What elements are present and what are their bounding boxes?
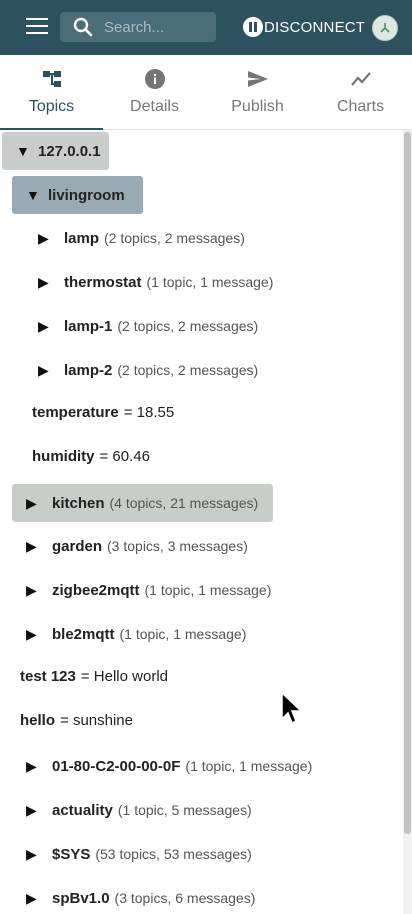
tree-node-127-0-0-1[interactable]: ▼ 127.0.0.1 — [2, 132, 109, 170]
collapsed-arrow-icon: ▶ — [38, 273, 49, 290]
tab-bar: Topics Details Publish Charts — [0, 55, 412, 130]
leaf-name: hello — [20, 711, 56, 729]
leaf-value: = 18.55 — [123, 403, 175, 421]
collapsed-arrow-icon: ▶ — [26, 757, 37, 774]
collapsed-arrow-icon: ▶ — [26, 494, 37, 511]
tree-node-ble2mqtt[interactable]: ▶ ble2mqtt (1 topic, 1 message) — [26, 622, 246, 646]
node-name: lamp — [64, 229, 100, 247]
node-meta: (4 topics, 21 messages) — [109, 495, 259, 511]
node-name: zigbee2mqtt — [52, 581, 140, 599]
tree-node-actuality[interactable]: ▶ actuality (1 topic, 5 messages) — [26, 798, 252, 822]
node-meta: (1 topic, 1 message) — [146, 274, 274, 290]
node-meta: (1 topic, 5 messages) — [117, 802, 252, 818]
node-name: actuality — [52, 801, 113, 819]
tree-node-spbv1-0[interactable]: ▶ spBv1.0 (3 topics, 6 messages) — [26, 886, 255, 910]
leaf-value: = 60.46 — [99, 447, 150, 465]
disconnect-button[interactable]: DISCONNECT — [243, 16, 365, 38]
collapsed-arrow-icon: ▶ — [26, 625, 37, 642]
tree-node-sys[interactable]: ▶ $SYS (53 topics, 53 messages) — [26, 842, 252, 866]
tab-label: Charts — [336, 98, 385, 115]
collapsed-arrow-icon: ▶ — [26, 845, 37, 862]
collapsed-arrow-icon: ▶ — [38, 317, 49, 334]
node-meta: (3 topics, 3 messages) — [107, 538, 248, 554]
collapsed-arrow-icon: ▶ — [26, 801, 37, 818]
node-meta: (2 topics, 2 messages) — [117, 362, 259, 378]
topics-tree-icon — [42, 69, 62, 89]
node-name: spBv1.0 — [52, 889, 110, 907]
send-icon — [247, 69, 269, 89]
node-name: garden — [52, 537, 103, 555]
expanded-arrow-icon: ▼ — [16, 143, 30, 159]
node-name: kitchen — [52, 494, 105, 512]
tree-node-lamp-2[interactable]: ▶ lamp-2 (2 topics, 2 messages) — [38, 358, 258, 382]
tree-node-garden[interactable]: ▶ garden (3 topics, 3 messages) — [26, 534, 248, 558]
tree-node-kitchen[interactable]: ▶ kitchen (4 topics, 21 messages) — [12, 484, 273, 522]
tree-node-lamp[interactable]: ▶ lamp (2 topics, 2 messages) — [38, 226, 245, 250]
mouse-pointer-icon — [280, 691, 304, 731]
tab-label: Details — [130, 98, 179, 115]
leaf-value: = Hello world — [80, 667, 168, 685]
tab-topics[interactable]: Topics — [0, 55, 103, 130]
collapsed-arrow-icon: ▶ — [26, 537, 37, 554]
tree-leaf-test-123[interactable]: test 123 = Hello world — [20, 664, 168, 688]
tree-node-lamp-1[interactable]: ▶ lamp-1 (2 topics, 2 messages) — [38, 314, 258, 338]
node-meta: (2 topics, 2 messages) — [104, 230, 245, 246]
connection-avatar-icon[interactable] — [372, 15, 398, 41]
collapsed-arrow-icon: ▶ — [38, 229, 49, 246]
node-name: 01-80-C2-00-00-0F — [52, 757, 181, 775]
search-icon — [68, 12, 98, 42]
leaf-name: temperature — [32, 403, 119, 421]
tree-node-01-80-c2-00-00-0f[interactable]: ▶ 01-80-C2-00-00-0F (1 topic, 1 message) — [26, 754, 312, 778]
node-name: lamp-2 — [64, 361, 113, 379]
node-meta: (1 topic, 1 message) — [119, 626, 247, 642]
node-name: ble2mqtt — [52, 625, 115, 643]
scrollbar-thumb[interactable] — [404, 132, 411, 834]
node-name: $SYS — [52, 845, 91, 863]
expanded-arrow-icon: ▼ — [26, 187, 40, 203]
search-box[interactable] — [60, 12, 216, 42]
tree-leaf-temperature[interactable]: temperature = 18.55 — [32, 400, 174, 424]
node-meta: (53 topics, 53 messages) — [95, 846, 252, 862]
search-input[interactable] — [98, 18, 214, 36]
collapsed-arrow-icon: ▶ — [26, 581, 37, 598]
leaf-name: test 123 — [20, 667, 76, 685]
tree-node-zigbee2mqtt[interactable]: ▶ zigbee2mqtt (1 topic, 1 message) — [26, 578, 271, 602]
node-meta: (1 topic, 1 message) — [144, 582, 272, 598]
node-meta: (2 topics, 2 messages) — [117, 318, 259, 334]
chart-line-icon — [350, 69, 371, 89]
app-bar: DISCONNECT — [0, 0, 412, 55]
vertical-scrollbar[interactable] — [403, 130, 412, 914]
tab-details[interactable]: Details — [103, 55, 206, 129]
collapsed-arrow-icon: ▶ — [26, 889, 37, 906]
tree-node-thermostat[interactable]: ▶ thermostat (1 topic, 1 message) — [38, 270, 273, 294]
info-icon — [144, 69, 165, 89]
node-meta: (3 topics, 6 messages) — [114, 890, 256, 906]
tree-node-livingroom[interactable]: ▼ livingroom — [12, 176, 143, 214]
leaf-value: = sunshine — [60, 711, 133, 729]
node-name: livingroom — [48, 186, 125, 204]
topic-tree: ▼ 127.0.0.1 ▼ livingroom ▶ lamp (2 topic… — [0, 130, 403, 914]
node-name: lamp-1 — [64, 317, 113, 335]
tab-label: Publish — [231, 98, 284, 115]
pause-icon — [243, 17, 263, 37]
node-name: thermostat — [64, 273, 142, 291]
menu-icon[interactable] — [26, 18, 48, 36]
tree-leaf-humidity[interactable]: humidity = 60.46 — [32, 444, 150, 468]
leaf-name: humidity — [32, 447, 95, 465]
tab-label: Topics — [28, 98, 75, 115]
node-name: 127.0.0.1 — [38, 142, 101, 160]
tab-publish[interactable]: Publish — [206, 55, 309, 129]
disconnect-label: DISCONNECT — [264, 18, 366, 36]
tree-leaf-hello[interactable]: hello = sunshine — [20, 708, 133, 732]
collapsed-arrow-icon: ▶ — [38, 361, 49, 378]
tab-charts[interactable]: Charts — [309, 55, 412, 129]
node-meta: (1 topic, 1 message) — [185, 758, 313, 774]
